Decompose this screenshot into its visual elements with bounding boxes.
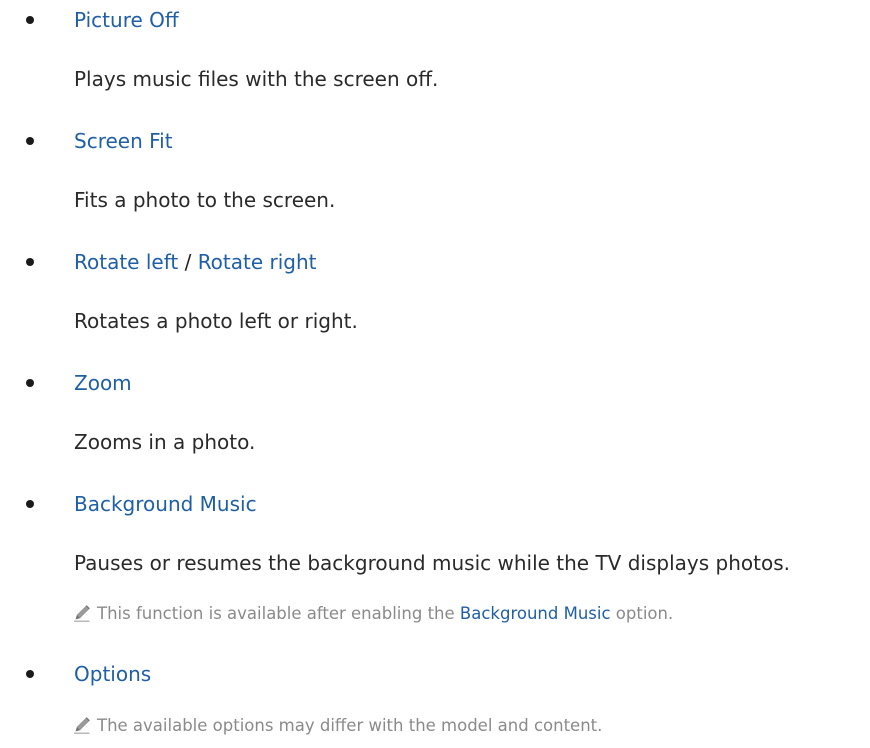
note-highlight-background-music: Background Music [459, 604, 611, 623]
term-picture-off: Picture Off [74, 8, 179, 32]
bullet [26, 379, 34, 387]
description-picture-off: Plays music files with the screen off. [74, 67, 439, 91]
note-background-music: This function is available after enablin… [97, 603, 673, 625]
bullet [26, 500, 34, 508]
note-options: The available options may differ with th… [97, 716, 603, 735]
term-rotate-left: Rotate left [74, 250, 179, 274]
manual-page: Picture Off Plays music files with the s… [0, 0, 870, 748]
description-rotate: Rotates a photo left or right. [74, 309, 358, 333]
term-screen-fit: Screen Fit [74, 129, 173, 153]
term-separator: / [178, 250, 198, 274]
term-rotate-right: Rotate right [197, 250, 317, 274]
description-screen-fit: Fits a photo to the screen. [74, 188, 336, 212]
description-zoom: Zooms in a photo. [74, 430, 256, 454]
bullet [26, 258, 34, 266]
term-background-music: Background Music [74, 492, 257, 516]
bullet [26, 16, 34, 24]
note-text-before: This function is available after enablin… [97, 604, 460, 623]
term-rotate: Rotate left / Rotate right [74, 250, 317, 274]
pencil-note-icon [74, 605, 90, 622]
bullet [26, 670, 34, 678]
note-text-after: option. [610, 604, 674, 623]
term-zoom: Zoom [74, 371, 132, 395]
bullet [26, 137, 34, 145]
description-background-music: Pauses or resumes the background music w… [74, 551, 790, 575]
pencil-note-icon [74, 717, 90, 734]
term-options: Options [74, 662, 152, 686]
